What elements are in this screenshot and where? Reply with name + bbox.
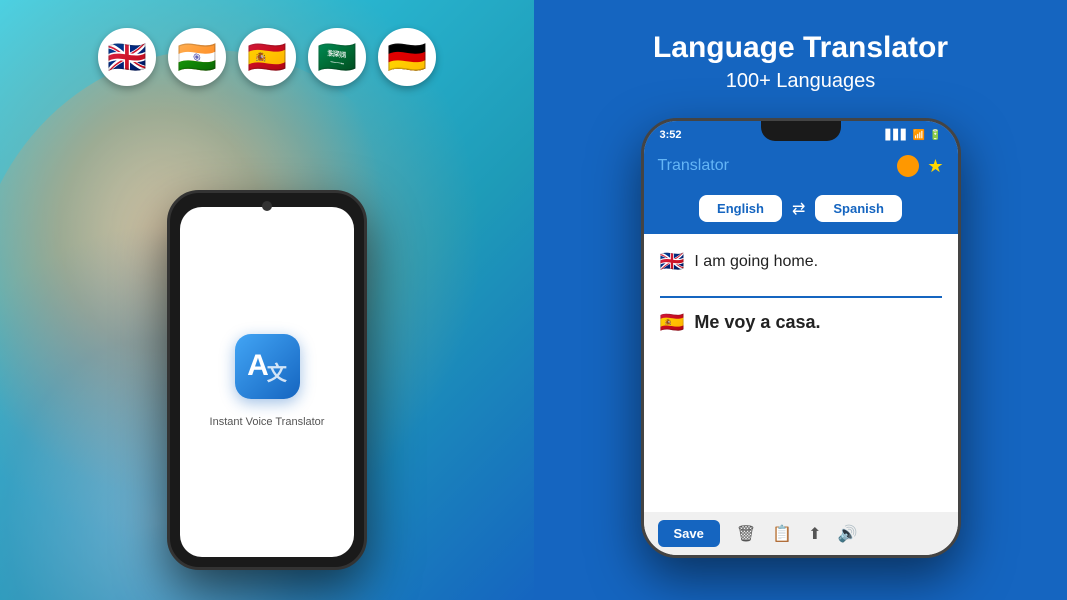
save-button[interactable]: Save [658,520,720,547]
app-title: Language Translator [653,30,948,66]
status-time: 3:52 [660,129,682,141]
target-flag: 🇪🇸 [660,313,685,333]
phone-app-label: Instant Voice Translator [210,415,325,430]
flag-germany: 🇩🇪 [378,28,436,86]
a-letter-icon: A [247,349,269,383]
right-phone-container: 3:52 ▋▋▋ 📶 🔋 Translator ★ [641,118,961,580]
flag-saudi: 🇸🇦 [308,28,366,86]
speaker-icon[interactable]: 🔊 [838,524,858,544]
right-panel: Language Translator 100+ Languages 3:52 … [534,0,1067,600]
app-icon: A 文 [235,334,300,399]
wifi-icon: 📶 [913,130,925,141]
left-phone-screen: A 文 Instant Voice Translator [180,207,354,557]
orange-dot-icon[interactable] [897,155,919,177]
left-phone-body: A 文 Instant Voice Translator [167,190,367,570]
target-text: Me voy a casa. [694,312,820,333]
translation-card: 🇬🇧 I am going home. 🇪🇸 Me voy a casa. [644,234,958,512]
header-icons: ★ [897,155,943,177]
battery-icon: 🔋 [929,130,941,141]
status-icons: ▋▋▋ 📶 🔋 [886,130,942,141]
target-language-button[interactable]: Spanish [815,195,902,222]
share-icon[interactable]: ⬆ [808,524,821,544]
translator-title: Translator [658,157,729,175]
signal-icon: ▋▋▋ [886,130,909,141]
flags-row: 🇬🇧 🇮🇳 🇪🇸 🇸🇦 🇩🇪 [98,28,436,86]
phone-notch [761,121,841,141]
source-language-button[interactable]: English [699,195,782,222]
source-translation-row: 🇬🇧 I am going home. [660,252,942,272]
left-phone-container: A 文 Instant Voice Translator [167,190,367,570]
right-phone-screen: 3:52 ▋▋▋ 📶 🔋 Translator ★ [644,121,958,555]
flag-uk: 🇬🇧 [98,28,156,86]
flag-india: 🇮🇳 [168,28,226,86]
translate-icon: A 文 [247,347,287,386]
translation-divider [660,296,942,298]
flag-spain: 🇪🇸 [238,28,296,86]
swap-languages-icon[interactable]: ⇄ [792,199,805,219]
source-flag: 🇬🇧 [660,252,685,272]
left-panel: 🇬🇧 🇮🇳 🇪🇸 🇸🇦 🇩🇪 A 文 Instant Voice Transla… [0,0,534,600]
target-translation-row: 🇪🇸 Me voy a casa. [660,312,942,333]
language-selector: English ⇄ Spanish [644,187,958,234]
app-header: Translator ★ [644,149,958,187]
a-translate-icon: 文 [267,357,287,386]
copy-icon[interactable]: 📋 [772,524,792,544]
star-icon[interactable]: ★ [927,156,943,177]
bottom-toolbar: Save 🗑 📋 ⬆ 🔊 [644,512,958,555]
source-text: I am going home. [694,253,818,271]
delete-icon[interactable]: 🗑 [736,524,756,544]
phone-camera [262,201,272,211]
app-subtitle: 100+ Languages [726,70,876,93]
right-phone-body: 3:52 ▋▋▋ 📶 🔋 Translator ★ [641,118,961,558]
